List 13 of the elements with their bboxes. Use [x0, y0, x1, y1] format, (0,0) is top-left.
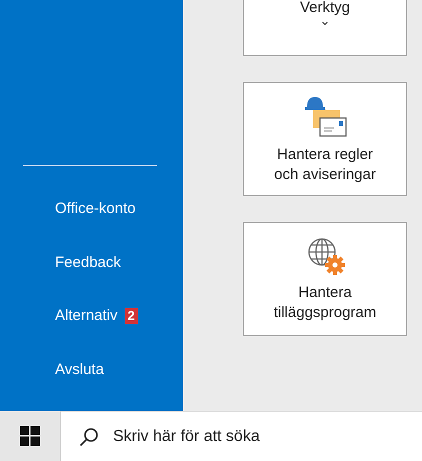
start-button[interactable] [0, 411, 61, 461]
caret-icon: ⌄ [320, 16, 330, 26]
menu-item[interactable]: Alternativ [55, 307, 118, 324]
windows-icon [20, 426, 40, 446]
tile-button[interactable]: Hantera regler och aviseringar [243, 82, 407, 196]
search-icon [79, 426, 99, 446]
tile-button[interactable]: Verktyg ⌄ [243, 0, 407, 56]
search-field[interactable]: Skriv här för att söka [113, 428, 393, 446]
tile-button[interactable]: Hantera tilläggsprogram [243, 222, 407, 336]
menu-item[interactable]: Office-konto [55, 200, 136, 218]
notification-badge: 2 [124, 308, 138, 324]
menu-item[interactable]: Feedback [55, 254, 121, 271]
menu-item[interactable]: Avsluta [55, 360, 104, 378]
